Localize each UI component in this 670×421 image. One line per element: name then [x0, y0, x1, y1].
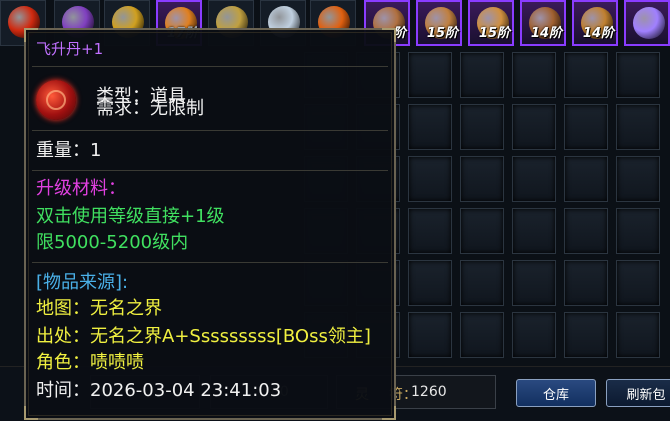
item-tier-label: 14阶 — [582, 26, 614, 41]
divider — [32, 66, 388, 67]
inventory-cell[interactable] — [564, 156, 608, 202]
inventory-cell[interactable] — [512, 260, 556, 306]
inventory-cell[interactable] — [616, 52, 660, 98]
inventory-cell[interactable] — [512, 208, 556, 254]
inventory-cell[interactable] — [408, 104, 452, 150]
inventory-cell[interactable] — [616, 208, 660, 254]
top-item-slot[interactable]: 14阶 — [520, 0, 566, 46]
inventory-cell[interactable] — [564, 52, 608, 98]
inventory-cell[interactable] — [564, 312, 608, 358]
top-item-slot[interactable] — [624, 0, 670, 46]
item-name: 飞升丹+1 — [36, 40, 104, 58]
upgrade-line-2: 限5000-5200级内 — [36, 232, 189, 253]
divider — [32, 262, 388, 263]
item-tier-label: 14阶 — [530, 26, 562, 41]
item-tier-label: 15阶 — [426, 26, 458, 41]
inventory-cell[interactable] — [616, 260, 660, 306]
item-tier-label: 15阶 — [478, 26, 510, 41]
inventory-cell[interactable] — [460, 260, 504, 306]
inventory-cell[interactable] — [408, 260, 452, 306]
spirit-value: 1260 — [411, 384, 447, 400]
top-item-slot[interactable]: 14阶 — [572, 0, 618, 46]
source-origin: 出处：无名之界A+Sssssssss[BOss领主] — [36, 326, 371, 347]
inventory-cell[interactable] — [460, 52, 504, 98]
inventory-cell[interactable] — [408, 312, 452, 358]
inventory-cell[interactable] — [408, 156, 452, 202]
source-title: [物品来源]: — [36, 272, 129, 293]
item-weight: 重量：1 — [36, 140, 102, 161]
inventory-cell[interactable] — [460, 156, 504, 202]
warehouse-button[interactable]: 仓库 — [516, 379, 596, 407]
inventory-cell[interactable] — [408, 52, 452, 98]
inventory-cell[interactable] — [460, 208, 504, 254]
inventory-cell[interactable] — [512, 312, 556, 358]
divider — [32, 170, 388, 171]
inventory-cell[interactable] — [564, 260, 608, 306]
inventory-cell[interactable] — [460, 312, 504, 358]
inventory-cell[interactable] — [616, 156, 660, 202]
inventory-cell[interactable] — [564, 208, 608, 254]
upgrade-line-1: 双击使用等级直接+1级 — [36, 206, 225, 227]
inventory-cell[interactable] — [512, 156, 556, 202]
inventory-cell[interactable] — [512, 52, 556, 98]
source-map: 地图：无名之界 — [36, 298, 162, 319]
source-time: 时间：2026-03-04 23:41:03 — [36, 380, 282, 401]
inventory-cell[interactable] — [460, 104, 504, 150]
corner-ornament — [382, 28, 396, 42]
crystal-icon — [633, 7, 665, 39]
corner-ornament — [382, 406, 396, 420]
inventory-cell[interactable] — [512, 104, 556, 150]
inventory-cell[interactable] — [616, 312, 660, 358]
divider — [32, 130, 388, 131]
corner-ornament — [24, 406, 38, 420]
inventory-cell[interactable] — [616, 104, 660, 150]
elixir-item-icon — [36, 80, 76, 120]
top-item-slot[interactable]: 15阶 — [416, 0, 462, 46]
inventory-cell[interactable] — [564, 104, 608, 150]
item-tooltip: 飞升丹+1 类型：道具 需求：无限制 重量：1 升级材料： 双击使用等级直接+1… — [24, 28, 396, 420]
inventory-cell[interactable] — [408, 208, 452, 254]
item-requirement: 需求：无限制 — [96, 98, 204, 119]
top-item-slot[interactable]: 15阶 — [468, 0, 514, 46]
upgrade-material-title: 升级材料： — [36, 178, 126, 199]
source-role: 角色：啧啧啧 — [36, 352, 144, 373]
refresh-bag-button[interactable]: 刷新包 — [606, 379, 670, 407]
